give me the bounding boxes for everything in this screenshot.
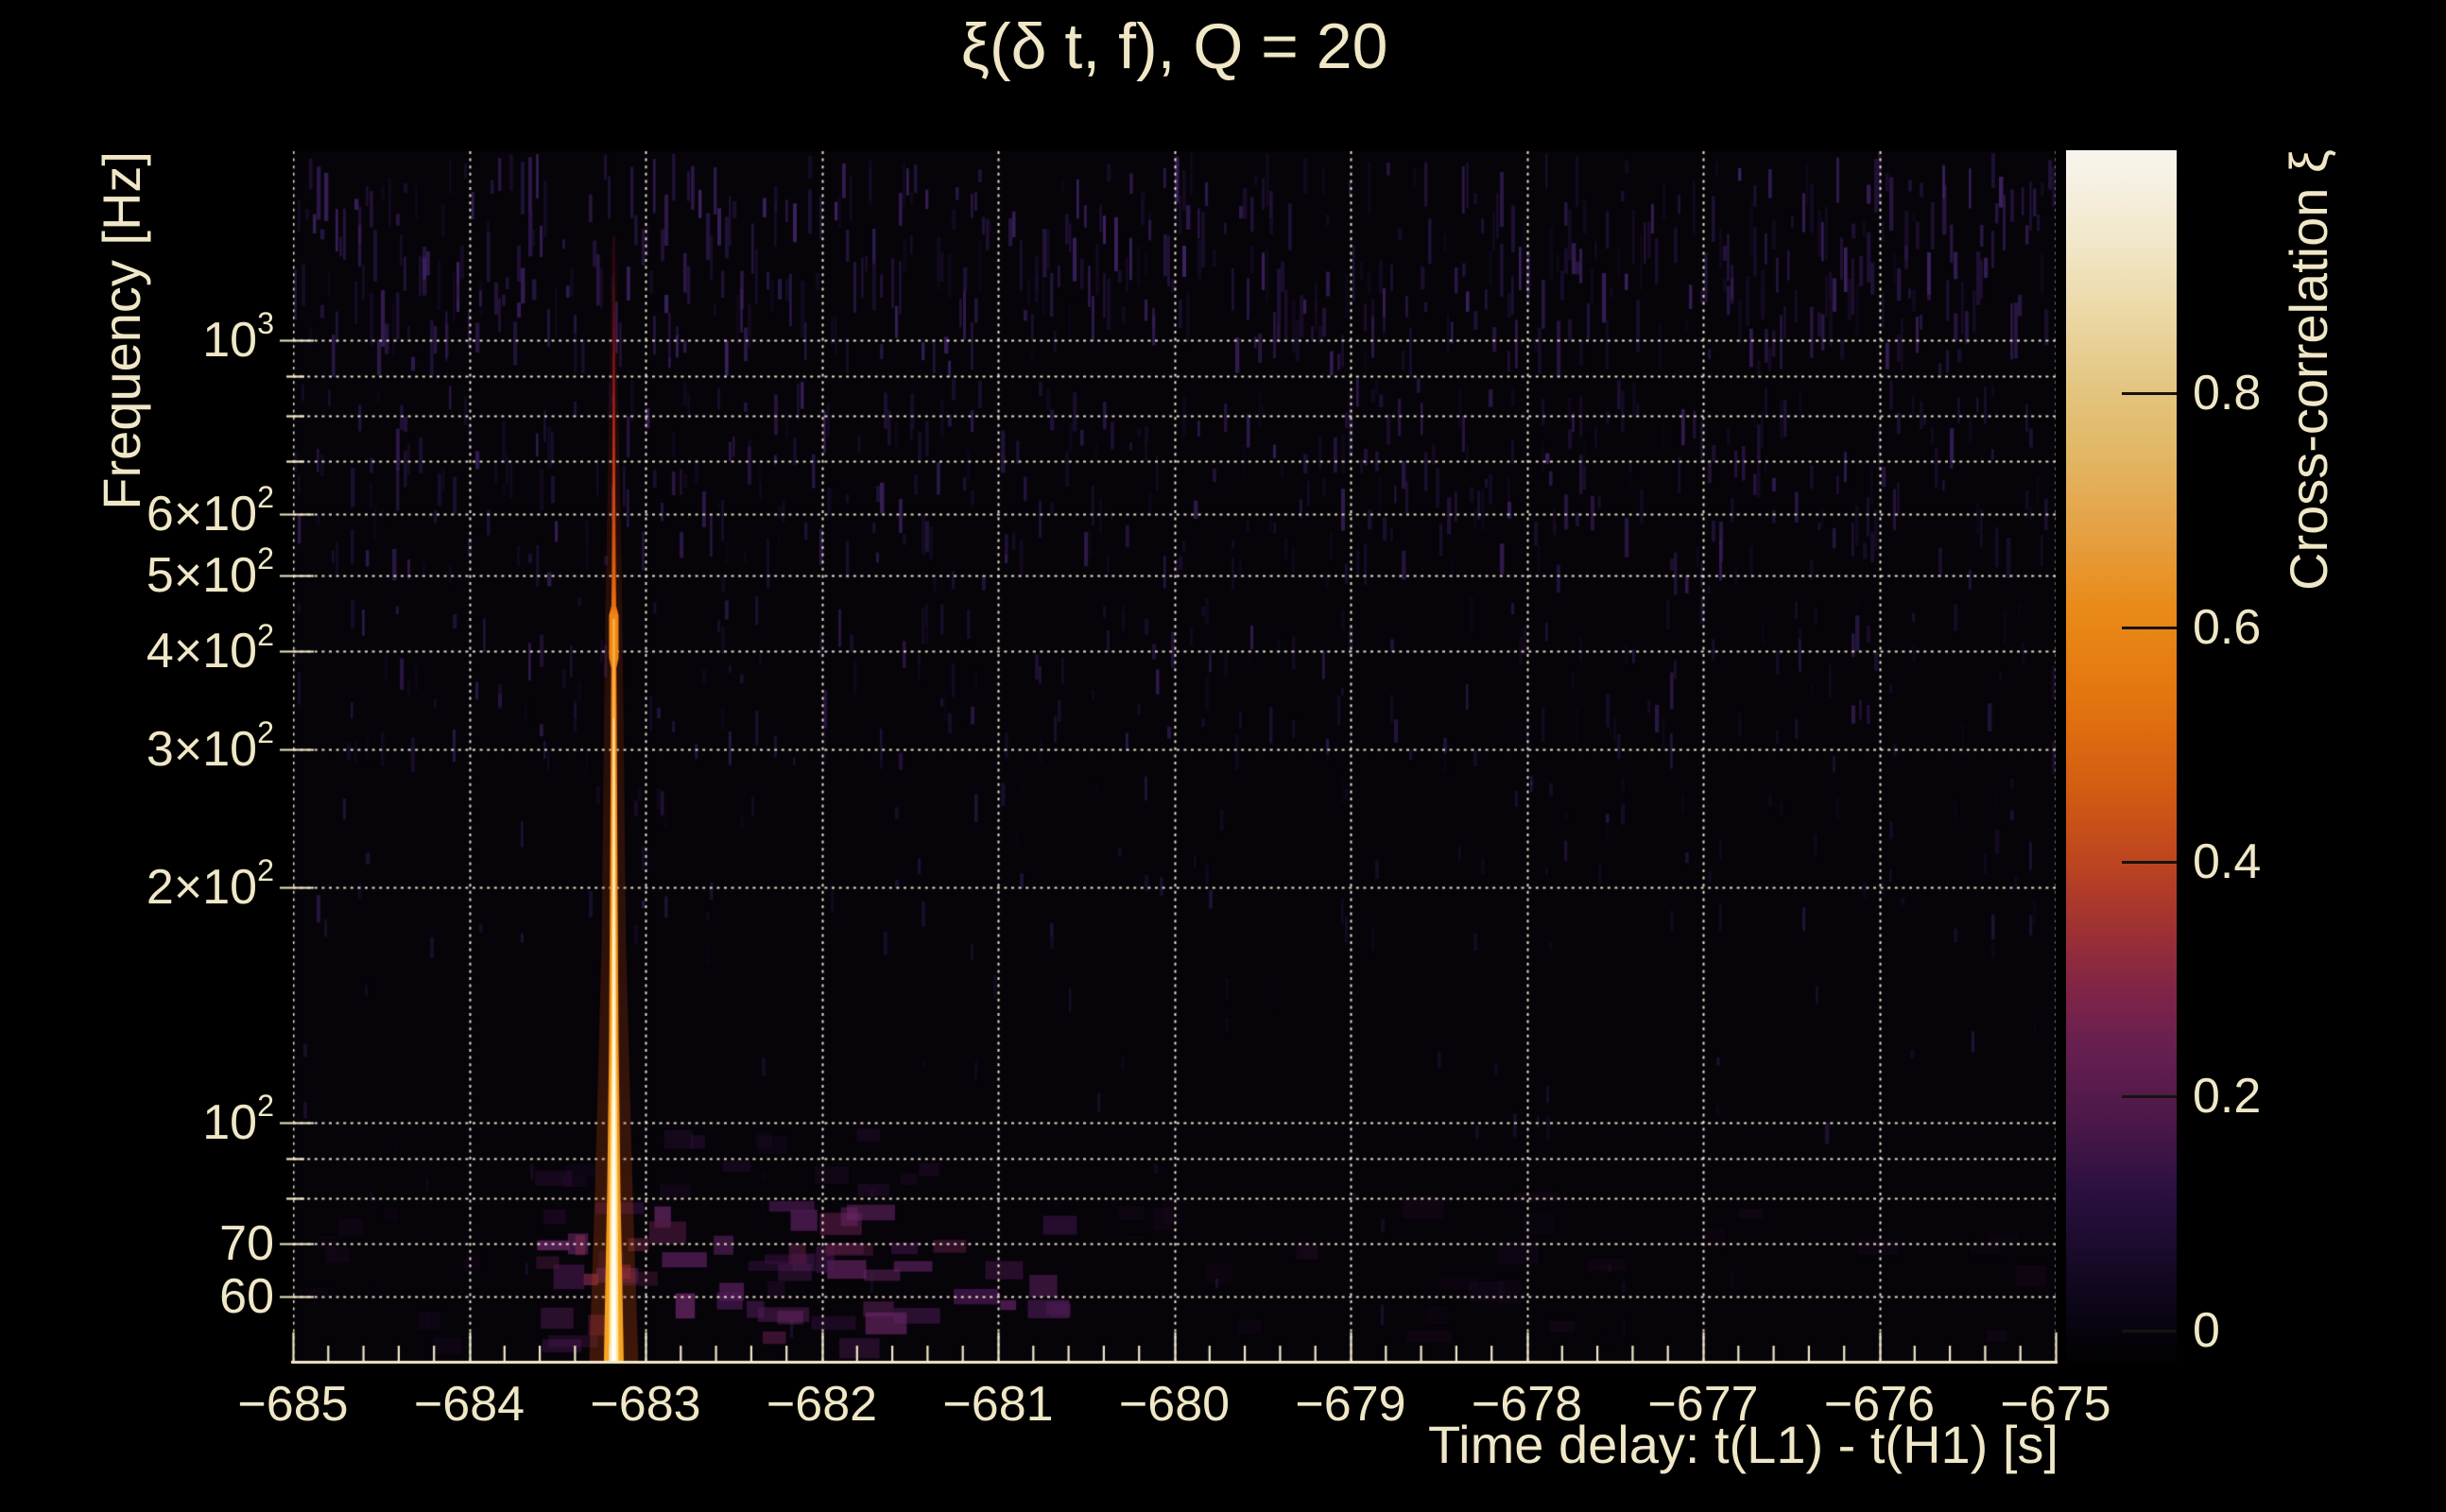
colorbar-tick-mark <box>2122 627 2177 629</box>
x-tick-label: −679 <box>1295 1377 1406 1432</box>
x-tick-label: −677 <box>1647 1377 1759 1432</box>
y-tick-label: 102 <box>202 1089 274 1151</box>
y-tick-label: 5×102 <box>146 541 274 604</box>
y-tick-label: 4×102 <box>146 617 274 679</box>
colorbar-tick-mark <box>2122 1095 2177 1098</box>
x-tick-label: −680 <box>1118 1377 1231 1432</box>
y-tick-label: 60 <box>219 1268 274 1324</box>
colorbar-tick-mark <box>2122 392 2177 395</box>
colorbar-tick-label: 0 <box>2193 1303 2220 1358</box>
y-tick-label: 103 <box>202 306 274 369</box>
colorbar-gradient <box>2066 150 2177 1362</box>
colorbar-tick-mark <box>2122 1330 2177 1332</box>
x-tick-label: −683 <box>590 1377 701 1432</box>
colorbar-tick-label: 0.8 <box>2193 366 2262 421</box>
y-tick-label: 6×102 <box>146 479 274 541</box>
x-tick-label: −675 <box>2000 1377 2111 1432</box>
x-tick-label: −678 <box>1471 1377 1583 1432</box>
x-tick-label: −681 <box>942 1377 1054 1432</box>
figure-root: ξ(δ t, f), Q = 20 Frequency [Hz] Time de… <box>0 0 2446 1512</box>
colorbar-tick-label: 0.4 <box>2193 834 2262 889</box>
y-tick-label: 70 <box>219 1216 274 1272</box>
colorbar-tick-label: 0.6 <box>2193 600 2262 655</box>
colorbar-title: Cross-correlation ξ <box>2279 149 2338 591</box>
chart-title: ξ(δ t, f), Q = 20 <box>960 10 1388 82</box>
x-tick-label: −676 <box>1823 1377 1936 1432</box>
spectrogram-plot <box>265 142 2079 1380</box>
colorbar-tick-label: 0.2 <box>2193 1069 2262 1124</box>
y-tick-label: 2×102 <box>146 852 274 915</box>
y-tick-label: 3×102 <box>146 714 274 778</box>
x-tick-label: −685 <box>237 1377 349 1432</box>
colorbar-tick-mark <box>2122 861 2177 864</box>
x-tick-label: −684 <box>413 1377 525 1432</box>
x-tick-label: −682 <box>766 1377 878 1432</box>
